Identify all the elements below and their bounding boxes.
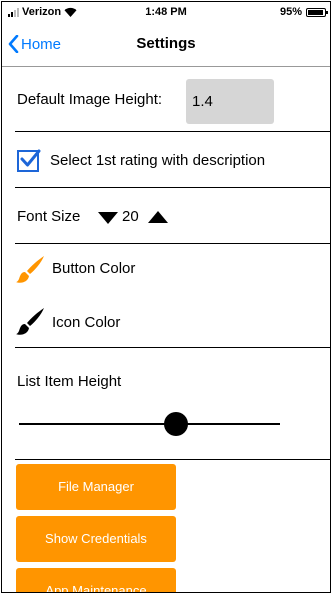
battery-percent: 95%	[279, 6, 302, 18]
rating-checkbox[interactable]	[17, 149, 41, 172]
font-size-label: Font Size	[17, 208, 81, 225]
show-credentials-button[interactable]: Show Credentials	[16, 516, 176, 562]
font-size-value: 20	[122, 208, 139, 225]
file-manager-button[interactable]: File Manager	[16, 464, 176, 510]
font-size-decrease-icon[interactable]	[98, 212, 118, 224]
button-color-row[interactable]: Button Color	[2, 244, 330, 296]
icon-color-row[interactable]: Icon Color	[2, 296, 330, 348]
button-color-label: Button Color	[52, 260, 136, 277]
app-maintenance-button[interactable]: App Maintenance	[16, 568, 176, 592]
image-height-label: Default Image Height:	[17, 91, 163, 108]
checkmark-icon	[20, 149, 41, 167]
battery-icon	[306, 7, 328, 17]
status-bar: Verizon 1:48 PM 95%	[2, 2, 330, 22]
screen-frame: Verizon 1:48 PM 95% Home Settings Defaul…	[1, 1, 331, 593]
navigation-bar: Home Settings	[2, 22, 330, 67]
list-item-height-label: List Item Height	[17, 373, 122, 390]
status-right: 95%	[279, 6, 328, 18]
font-size-row: Font Size 20	[2, 188, 330, 244]
rating-checkbox-label: Select 1st rating with description	[50, 152, 266, 169]
slider-thumb[interactable]	[163, 412, 188, 436]
icon-color-label: Icon Color	[52, 314, 121, 331]
image-height-row: Default Image Height:	[2, 67, 330, 133]
chevron-left-icon	[8, 35, 19, 53]
list-item-height-row: List Item Height	[2, 348, 330, 460]
divider	[15, 459, 330, 460]
list-item-height-slider[interactable]	[19, 423, 280, 425]
back-label: Home	[21, 35, 62, 53]
image-height-input[interactable]	[186, 79, 274, 124]
back-button[interactable]: Home	[8, 22, 61, 66]
rating-checkbox-row[interactable]: Select 1st rating with description	[2, 132, 330, 188]
font-size-increase-icon[interactable]	[148, 211, 168, 223]
paintbrush-black-icon[interactable]	[16, 306, 46, 336]
paintbrush-orange-icon[interactable]	[16, 254, 46, 284]
